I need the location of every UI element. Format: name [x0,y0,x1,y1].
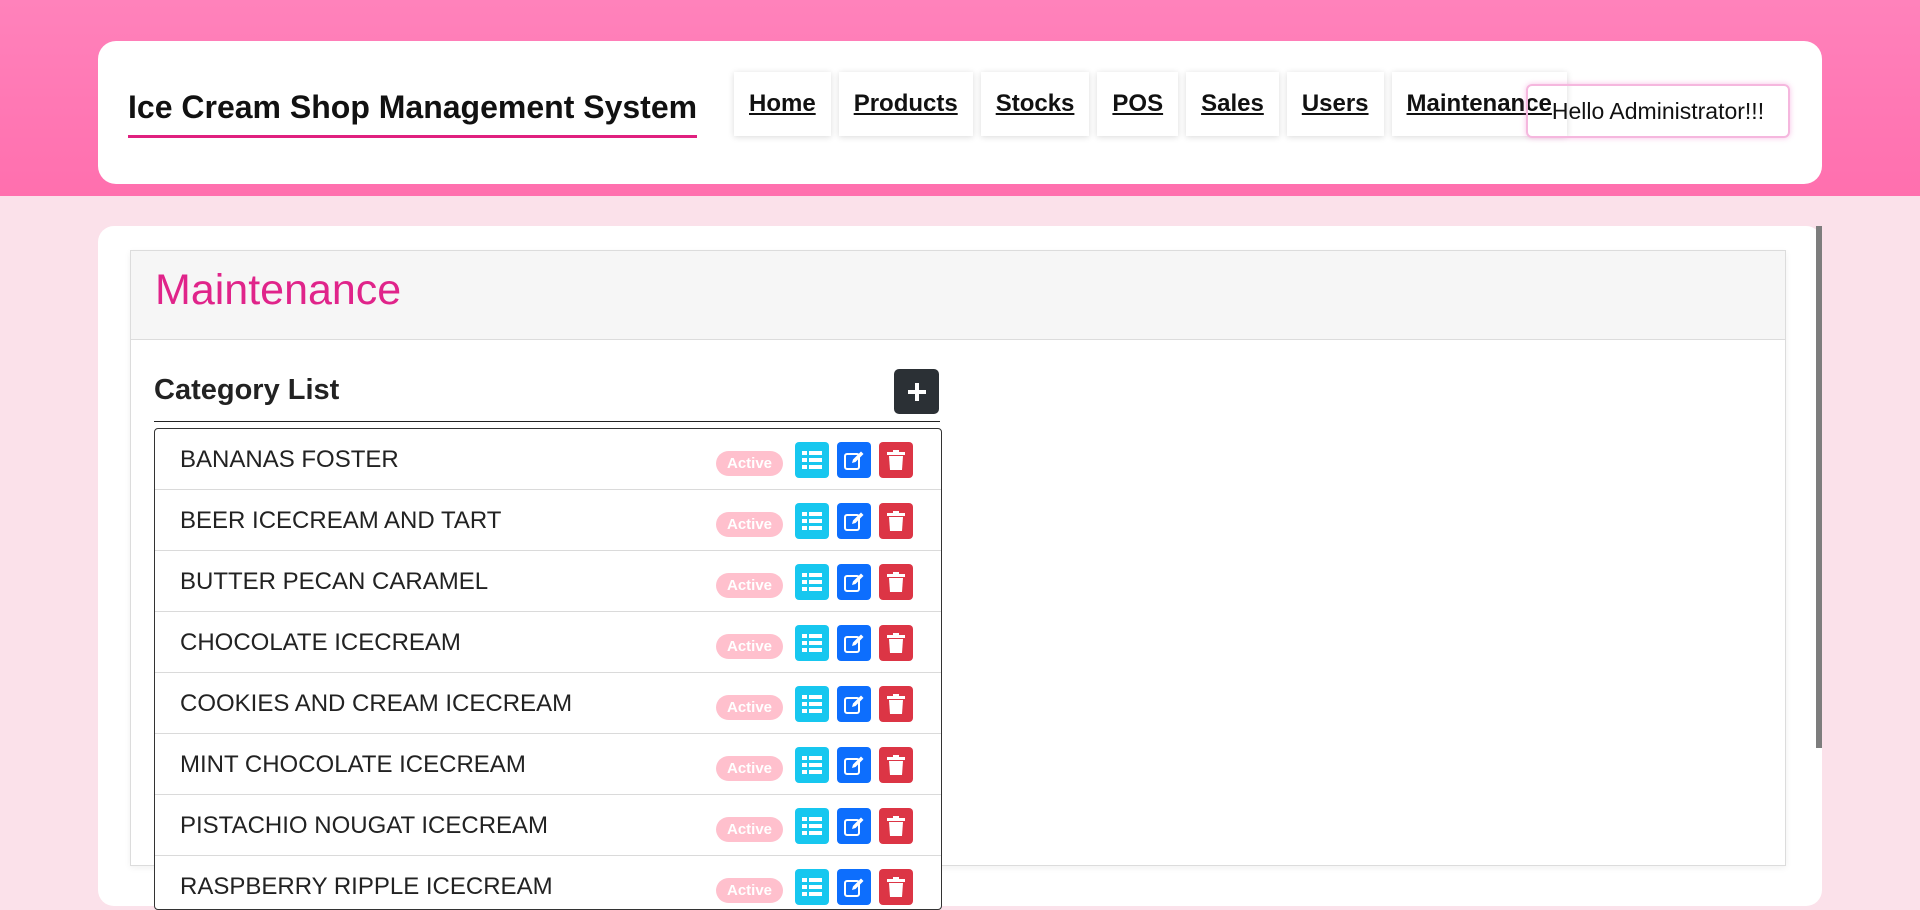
list-icon [802,878,822,896]
view-category-button[interactable] [795,808,829,844]
delete-category-button[interactable] [879,564,913,600]
status-badge: Active [716,756,783,781]
status-badge: Active [716,817,783,842]
view-category-button[interactable] [795,564,829,600]
category-row: MINT CHOCOLATE ICECREAM Active [155,734,941,795]
list-icon [802,512,822,530]
edit-category-button[interactable] [837,564,871,600]
category-name: CHOCOLATE ICECREAM [180,629,461,656]
list-icon [802,634,822,652]
category-row: PISTACHIO NOUGAT ICECREAM Active [155,795,941,856]
list-icon [802,695,822,713]
category-name: BUTTER PECAN CARAMEL [180,568,489,595]
edit-category-button[interactable] [837,747,871,783]
category-list: BANANAS FOSTER Active BEER ICECREAM AND TA… [154,428,942,910]
category-row: CHOCOLATE ICECREAM Active [155,612,941,673]
status-badge: Active [716,573,783,598]
view-category-button[interactable] [795,503,829,539]
edit-icon [844,878,864,897]
edit-category-button[interactable] [837,808,871,844]
nav-stocks-link[interactable]: Stocks [980,72,1090,136]
nav-sales-link[interactable]: Sales [1186,72,1279,136]
view-category-button[interactable] [795,747,829,783]
scrollbar-thumb[interactable] [1816,226,1822,748]
trash-icon [887,877,905,897]
category-row: BUTTER PECAN CARAMEL Active [155,551,941,612]
nav-pos-link[interactable]: POS [1097,72,1179,136]
edit-category-button[interactable] [837,442,871,478]
list-icon [802,817,822,835]
edit-category-button[interactable] [837,625,871,661]
panel-header: Maintenance [131,251,1785,340]
category-row: BEER ICECREAM AND TART Active [155,490,941,551]
list-icon [802,451,822,469]
edit-category-button[interactable] [837,503,871,539]
edit-category-button[interactable] [837,869,871,905]
category-name: RASPBERRY RIPPLE ICECREAM [180,873,553,900]
category-row: BANANAS FOSTER Active [155,429,941,490]
category-row: COOKIES AND CREAM ICECREAM Active [155,673,941,734]
status-badge: Active [716,695,783,720]
edit-category-button[interactable] [837,686,871,722]
delete-category-button[interactable] [879,442,913,478]
trash-icon [887,450,905,470]
category-name: COOKIES AND CREAM ICECREAM [180,690,573,717]
view-category-button[interactable] [795,625,829,661]
edit-icon [844,512,864,531]
category-name: BANANAS FOSTER [180,446,399,473]
top-navbar: Ice Cream Shop Management System Home Pr… [98,41,1822,184]
nav-products-link[interactable]: Products [838,72,973,136]
delete-category-button[interactable] [879,686,913,722]
trash-icon [887,572,905,592]
edit-icon [844,573,864,592]
category-divider [154,421,940,422]
delete-category-button[interactable] [879,503,913,539]
add-category-button[interactable] [894,369,939,414]
list-icon [802,756,822,774]
status-badge: Active [716,634,783,659]
delete-category-button[interactable] [879,747,913,783]
nav-users-link[interactable]: Users [1286,72,1384,136]
category-name: BEER ICECREAM AND TART [180,507,502,534]
category-name: PISTACHIO NOUGAT ICECREAM [180,812,549,839]
edit-icon [844,817,864,836]
nav-home-link[interactable]: Home [734,72,831,136]
trash-icon [887,694,905,714]
plus-icon [907,382,926,401]
user-greeting: Hello Administrator!!! [1526,84,1790,138]
trash-icon [887,755,905,775]
view-category-button[interactable] [795,442,829,478]
delete-category-button[interactable] [879,625,913,661]
edit-icon [844,756,864,775]
view-category-button[interactable] [795,686,829,722]
nav-links: Home Products Stocks POS Sales Users Mai… [734,72,1567,136]
app-title: Ice Cream Shop Management System [128,91,698,138]
category-list-title: Category List [154,374,340,406]
status-badge: Active [716,512,783,537]
status-badge: Active [716,451,783,476]
trash-icon [887,511,905,531]
page-title: Maintenance [155,266,402,314]
status-badge: Active [716,878,783,903]
delete-category-button[interactable] [879,808,913,844]
trash-icon [887,633,905,653]
category-row: RASPBERRY RIPPLE ICECREAM Active [155,856,941,909]
delete-category-button[interactable] [879,869,913,905]
edit-icon [844,451,864,470]
category-name: MINT CHOCOLATE ICECREAM [180,751,526,778]
list-icon [802,573,822,591]
edit-icon [844,634,864,653]
trash-icon [887,816,905,836]
view-category-button[interactable] [795,869,829,905]
edit-icon [844,695,864,714]
